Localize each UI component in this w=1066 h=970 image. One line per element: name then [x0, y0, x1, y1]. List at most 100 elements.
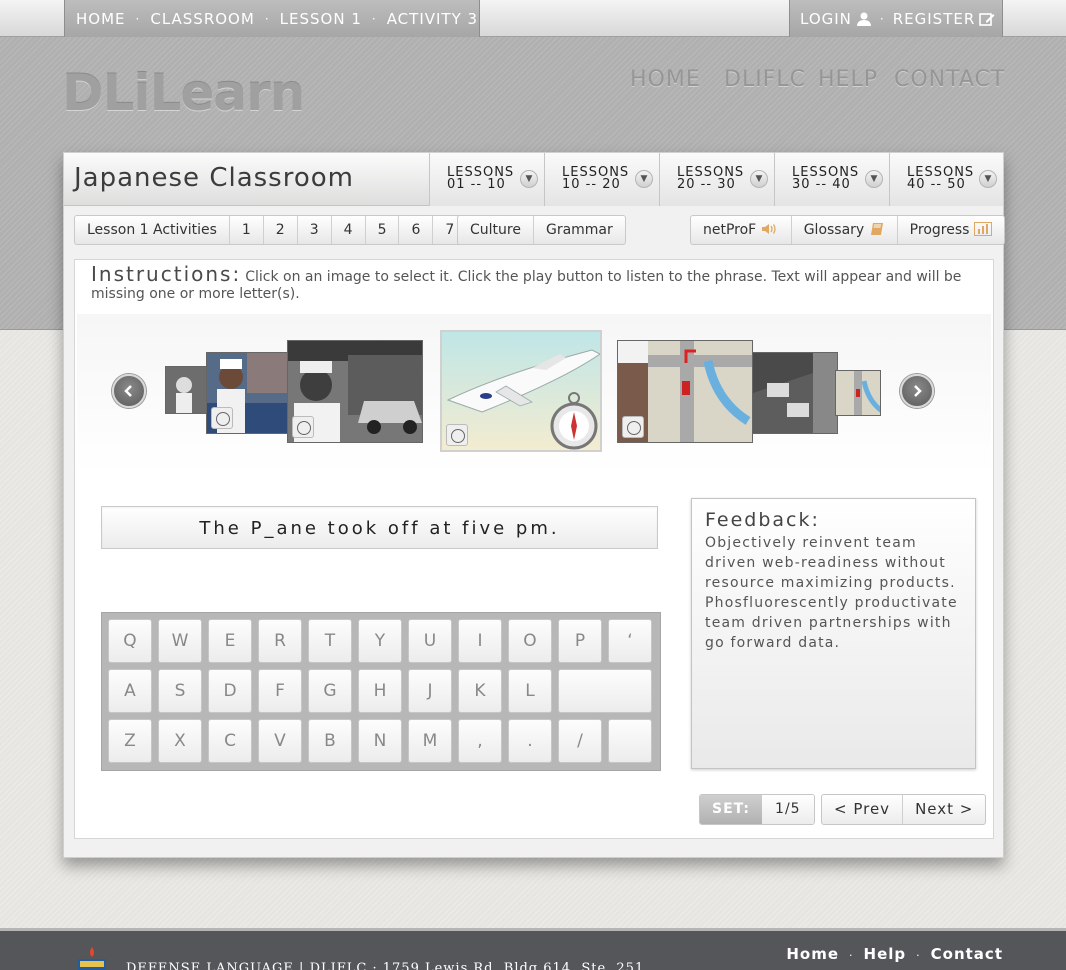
nav-help[interactable]: HELP: [818, 67, 878, 92]
key-d[interactable]: D: [208, 669, 252, 713]
key-e[interactable]: E: [208, 619, 252, 663]
carousel-prev-button[interactable]: [112, 374, 146, 408]
activity-nav: Lesson 1 Activities 1 2 3 4 5 6 7: [74, 215, 468, 245]
carousel-next-button[interactable]: [900, 374, 934, 408]
play-button[interactable]: [622, 416, 644, 438]
key-j[interactable]: J: [408, 669, 452, 713]
culture-button[interactable]: Culture: [458, 216, 534, 244]
key-k[interactable]: K: [458, 669, 502, 713]
site-logo[interactable]: DLiLearn: [62, 64, 305, 122]
key-slash[interactable]: /: [558, 719, 602, 763]
play-button[interactable]: [211, 407, 233, 429]
key-l[interactable]: L: [508, 669, 552, 713]
breadcrumb-home[interactable]: HOME: [76, 10, 126, 28]
progress-button[interactable]: Progress: [898, 216, 1004, 244]
footer-link-contact[interactable]: Contact: [931, 945, 1003, 963]
key-c[interactable]: C: [208, 719, 252, 763]
footer-link-home[interactable]: Home: [786, 945, 839, 963]
carousel-image-3[interactable]: [287, 340, 423, 443]
key-x[interactable]: X: [158, 719, 202, 763]
carousel-image-6[interactable]: [835, 370, 881, 416]
key-q[interactable]: Q: [108, 619, 152, 663]
key-v[interactable]: V: [258, 719, 302, 763]
key-comma[interactable]: ,: [458, 719, 502, 763]
book-icon: [870, 223, 883, 235]
activity-6-button[interactable]: 6: [399, 216, 434, 244]
footer-link-help[interactable]: Help: [864, 945, 907, 963]
nav-home[interactable]: HOME: [630, 67, 701, 92]
key-s[interactable]: S: [158, 669, 202, 713]
key-p[interactable]: P: [558, 619, 602, 663]
carousel-image-2[interactable]: [206, 352, 292, 434]
lesson-activities-button[interactable]: Lesson 1 Activities: [75, 216, 230, 244]
nav-dliflc[interactable]: DLIFLC: [724, 67, 806, 92]
edit-icon: [979, 12, 995, 26]
play-button[interactable]: [292, 416, 314, 438]
key-a[interactable]: A: [108, 669, 152, 713]
lessons-tab-range: 01 -- 10: [447, 177, 506, 192]
lessons-tab-4[interactable]: LESSONS 30 -- 40 ▼: [774, 153, 889, 206]
register-link[interactable]: REGISTER: [893, 10, 976, 28]
key-y[interactable]: Y: [358, 619, 402, 663]
chevron-right-icon: [914, 385, 922, 397]
instructions: Instructions: Click on an image to select…: [91, 264, 981, 303]
key-g[interactable]: G: [308, 669, 352, 713]
activity-2-button[interactable]: 2: [264, 216, 298, 244]
key-period[interactable]: .: [508, 719, 552, 763]
key-h[interactable]: H: [358, 669, 402, 713]
breadcrumb-classroom[interactable]: CLASSROOM: [150, 10, 254, 28]
next-button[interactable]: Next >: [903, 795, 985, 824]
nav-contact[interactable]: CONTACT: [894, 67, 1005, 92]
classroom-panel: Japanese Classroom LESSONS 01 -- 10 ▼ LE…: [63, 152, 1005, 858]
key-f[interactable]: F: [258, 669, 302, 713]
lessons-tab-1[interactable]: LESSONS 01 -- 10 ▼: [429, 153, 544, 206]
key-z[interactable]: Z: [108, 719, 152, 763]
carousel-image-selected[interactable]: [440, 330, 602, 452]
netprof-button[interactable]: netProF: [691, 216, 792, 244]
lessons-tab-range: 30 -- 40: [792, 177, 851, 192]
activity-4-button[interactable]: 4: [332, 216, 366, 244]
grammar-button[interactable]: Grammar: [534, 216, 625, 244]
activity-1-button[interactable]: 1: [230, 216, 264, 244]
activity-5-button[interactable]: 5: [366, 216, 400, 244]
chevron-down-icon: ▼: [750, 170, 768, 188]
auth-links: LOGIN · REGISTER: [789, 0, 1003, 37]
key-w[interactable]: W: [158, 619, 202, 663]
carousel-image-1[interactable]: [165, 366, 209, 414]
prev-button[interactable]: < Prev: [822, 795, 904, 824]
footer: DEFENSE LANGUAGE | DLIFLC · 1759 Lewis R…: [0, 928, 1066, 970]
key-blank[interactable]: [608, 719, 652, 763]
image-carousel: [77, 314, 991, 474]
topic-nav: Culture Grammar: [457, 215, 626, 245]
lessons-tab-2[interactable]: LESSONS 10 -- 20 ▼: [544, 153, 659, 206]
key-i[interactable]: I: [458, 619, 502, 663]
breadcrumb-separator: ·: [135, 11, 141, 26]
carousel-image-4[interactable]: [617, 340, 753, 443]
key-enter[interactable]: [558, 669, 652, 713]
dliflc-seal-icon: [72, 945, 112, 970]
play-button[interactable]: [446, 424, 468, 446]
key-b[interactable]: B: [308, 719, 352, 763]
breadcrumb-lesson[interactable]: LESSON 1: [280, 10, 362, 28]
lessons-tab-5[interactable]: LESSONS 40 -- 50 ▼: [889, 153, 1003, 206]
lessons-tab-3[interactable]: LESSONS 20 -- 30 ▼: [659, 153, 774, 206]
chevron-left-icon: [124, 385, 132, 397]
key-t[interactable]: T: [308, 619, 352, 663]
key-apostrophe[interactable]: ‘: [608, 619, 652, 663]
instructions-heading: Instructions:: [91, 262, 242, 286]
glossary-button[interactable]: Glossary: [792, 216, 898, 244]
carousel-image-5[interactable]: [752, 352, 838, 434]
key-n[interactable]: N: [358, 719, 402, 763]
key-u[interactable]: U: [408, 619, 452, 663]
chevron-down-icon: ▼: [635, 170, 653, 188]
pager: < Prev Next >: [821, 794, 987, 825]
set-value: 1/5: [762, 795, 814, 824]
breadcrumb-activity[interactable]: ACTIVITY 3: [387, 10, 478, 28]
key-o[interactable]: O: [508, 619, 552, 663]
classroom-titlebar: Japanese Classroom LESSONS 01 -- 10 ▼ LE…: [64, 153, 1003, 206]
login-link[interactable]: LOGIN: [800, 10, 852, 28]
key-m[interactable]: M: [408, 719, 452, 763]
key-r[interactable]: R: [258, 619, 302, 663]
netprof-label: netProF: [703, 222, 757, 238]
activity-3-button[interactable]: 3: [298, 216, 332, 244]
